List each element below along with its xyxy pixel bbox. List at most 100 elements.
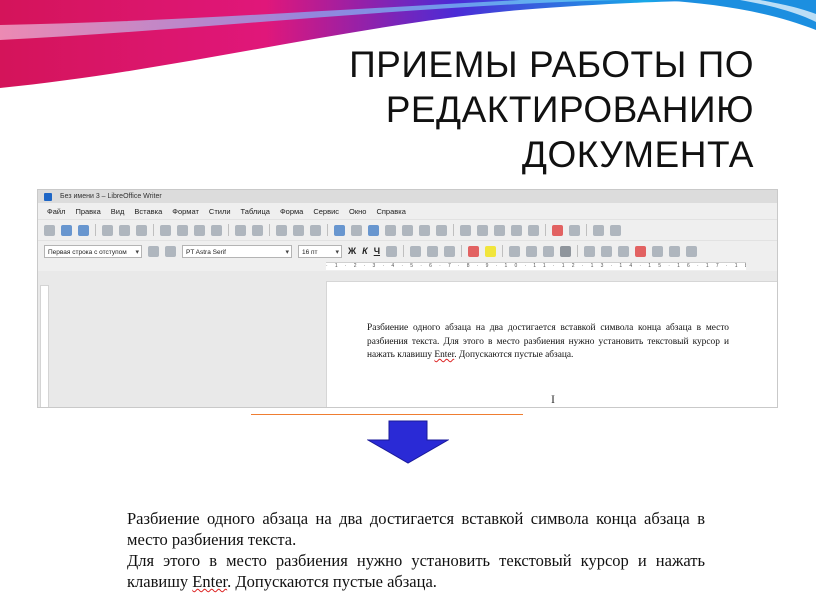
- menu-format[interactable]: Формат: [172, 207, 199, 216]
- formatting-marks-icon[interactable]: [310, 224, 321, 236]
- result-text: Разбиение одного абзаца на два достигает…: [127, 508, 705, 592]
- increase-indent-icon[interactable]: [652, 245, 664, 257]
- align-center-icon[interactable]: [526, 245, 538, 257]
- result-enter-word: Enter: [192, 572, 228, 591]
- paragraph-style-select[interactable]: Первая строка с отступом: [44, 244, 142, 258]
- toolbar-separator: [545, 224, 546, 236]
- writer-window: Без имени 3 – LibreOffice Writer Файл Пр…: [37, 189, 778, 408]
- insert-table-icon[interactable]: [334, 224, 345, 236]
- subscript-icon[interactable]: [427, 245, 439, 257]
- insert-image-icon[interactable]: [351, 224, 362, 236]
- insert-textbox-icon[interactable]: [385, 224, 396, 236]
- paragraph-spacing-icon[interactable]: [686, 245, 698, 257]
- cut-icon[interactable]: [160, 224, 171, 236]
- menu-table[interactable]: Таблица: [241, 207, 270, 216]
- enter-word: Enter: [434, 350, 455, 360]
- font-color-icon[interactable]: [468, 245, 480, 257]
- new-style-icon[interactable]: [165, 245, 176, 257]
- copy-icon[interactable]: [177, 224, 188, 236]
- strikethrough-icon[interactable]: [386, 245, 398, 257]
- down-arrow-icon: [367, 420, 449, 464]
- writer-app-icon: [44, 193, 52, 201]
- align-left-icon[interactable]: [509, 245, 521, 257]
- result-paragraph-2: Для этого в место разбиения нужно устано…: [127, 550, 705, 592]
- vertical-ruler: [40, 285, 49, 407]
- result-paragraph-1: Разбиение одного абзаца на два достигает…: [127, 509, 705, 549]
- hyperlink-icon[interactable]: [460, 224, 471, 236]
- highlight-color-icon[interactable]: [485, 245, 497, 257]
- bold-button[interactable]: Ж: [348, 246, 356, 256]
- clear-formatting-icon[interactable]: [444, 245, 456, 257]
- slide-title-line-3: ДОКУМЕНТА: [521, 134, 754, 175]
- font-size-select[interactable]: 16 пт: [298, 244, 342, 258]
- spelling-icon[interactable]: [293, 224, 304, 236]
- menu-form[interactable]: Форма: [280, 207, 303, 216]
- result-paragraph-2-part-2: . Допускаются пустые абзаца.: [227, 572, 437, 591]
- toolbar-separator: [453, 224, 454, 236]
- document-area: Разбиение одного абзаца на два достигает…: [38, 271, 777, 407]
- redo-icon[interactable]: [252, 224, 263, 236]
- bullets-icon[interactable]: [584, 245, 596, 257]
- insert-pagebreak-icon[interactable]: [402, 224, 413, 236]
- special-character-icon[interactable]: [436, 224, 447, 236]
- endnote-icon[interactable]: [494, 224, 505, 236]
- cross-reference-icon[interactable]: [528, 224, 539, 236]
- find-replace-icon[interactable]: [276, 224, 287, 236]
- menu-edit[interactable]: Правка: [75, 207, 100, 216]
- line-spacing-icon[interactable]: [669, 245, 681, 257]
- menu-file[interactable]: Файл: [47, 207, 65, 216]
- comment-icon[interactable]: [552, 224, 563, 236]
- slide-title-line-2: РЕДАКТИРОВАНИЮ: [385, 89, 754, 130]
- menu-bar: Файл Правка Вид Вставка Формат Стили Таб…: [38, 203, 777, 219]
- ibeam-cursor-icon: I: [551, 392, 555, 406]
- basic-shapes-icon[interactable]: [610, 224, 621, 236]
- undo-icon[interactable]: [235, 224, 246, 236]
- font-name-select[interactable]: PT Astra Serif: [182, 244, 292, 258]
- toolbar-separator: [95, 224, 96, 236]
- toolbar-separator: [461, 245, 463, 257]
- justify-icon[interactable]: [560, 245, 572, 257]
- divider-line: [251, 414, 523, 415]
- outline-icon[interactable]: [618, 245, 630, 257]
- menu-tools[interactable]: Сервис: [313, 207, 339, 216]
- align-right-icon[interactable]: [543, 245, 555, 257]
- toolbar-separator: [228, 224, 229, 236]
- paste-icon[interactable]: [194, 224, 205, 236]
- toolbar-separator: [327, 224, 328, 236]
- new-document-icon[interactable]: [44, 224, 55, 236]
- ruler-scale: ·1·2·3·4·5·6·7·8·9·10·11·12·13·14·15·16·…: [326, 262, 746, 270]
- toolbar-separator: [586, 224, 587, 236]
- insert-field-icon[interactable]: [419, 224, 430, 236]
- toolbar-separator: [153, 224, 154, 236]
- export-pdf-icon[interactable]: [102, 224, 113, 236]
- bookmark-icon[interactable]: [511, 224, 522, 236]
- open-icon[interactable]: [61, 224, 72, 236]
- save-icon[interactable]: [78, 224, 89, 236]
- menu-view[interactable]: Вид: [111, 207, 125, 216]
- menu-window[interactable]: Окно: [349, 207, 366, 216]
- window-title: Без имени 3 – LibreOffice Writer: [60, 193, 162, 200]
- print-preview-icon[interactable]: [136, 224, 147, 236]
- decrease-indent-icon[interactable]: [635, 245, 647, 257]
- superscript-icon[interactable]: [410, 245, 422, 257]
- print-icon[interactable]: [119, 224, 130, 236]
- menu-insert[interactable]: Вставка: [134, 207, 162, 216]
- insert-line-icon[interactable]: [593, 224, 604, 236]
- underline-button[interactable]: Ч: [374, 246, 380, 256]
- document-text[interactable]: Разбиение одного абзаца на два достигает…: [367, 322, 729, 363]
- numbering-icon[interactable]: [601, 245, 613, 257]
- document-text-part-2: . Допускаются пустые абзаца.: [454, 350, 574, 360]
- toolbar-separator: [502, 245, 504, 257]
- insert-chart-icon[interactable]: [368, 224, 379, 236]
- document-page[interactable]: Разбиение одного абзаца на два достигает…: [326, 281, 777, 407]
- toolbar-separator: [269, 224, 270, 236]
- menu-help[interactable]: Справка: [376, 207, 405, 216]
- menu-styles[interactable]: Стили: [209, 207, 231, 216]
- update-style-icon[interactable]: [148, 245, 159, 257]
- track-changes-icon[interactable]: [569, 224, 580, 236]
- footnote-icon[interactable]: [477, 224, 488, 236]
- horizontal-ruler: ·1·2·3·4·5·6·7·8·9·10·11·12·13·14·15·16·…: [38, 261, 777, 270]
- italic-button[interactable]: К: [362, 246, 368, 256]
- clone-formatting-icon[interactable]: [211, 224, 222, 236]
- toolbar-separator: [403, 245, 405, 257]
